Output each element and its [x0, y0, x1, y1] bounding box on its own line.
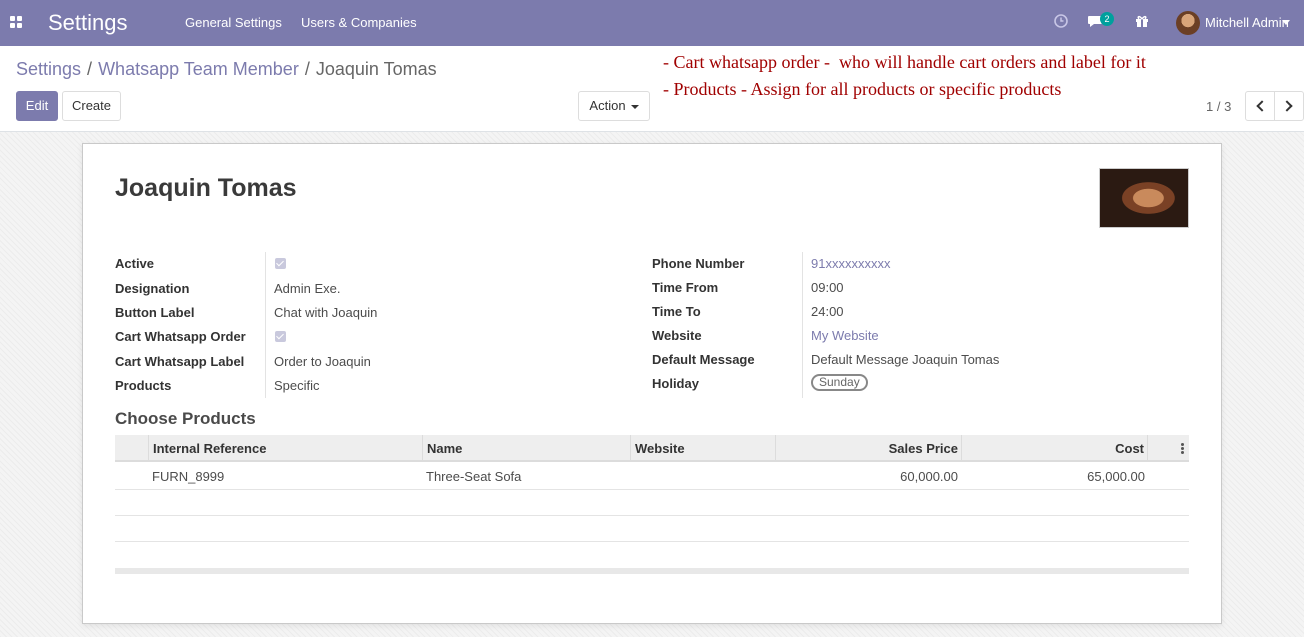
field-divider — [265, 252, 266, 398]
value-phone-number[interactable]: 91xxxxxxxxxx — [811, 256, 890, 271]
column-name[interactable]: Name — [422, 435, 631, 462]
section-title: Choose Products — [115, 409, 256, 428]
cell-sales-price[interactable]: 60,000.00 — [779, 469, 958, 484]
chevron-right-icon — [1281, 100, 1293, 112]
chevron-down-icon[interactable] — [1282, 20, 1290, 25]
breadcrumb-separator: / — [87, 59, 93, 79]
activity-clock-icon[interactable] — [1054, 14, 1068, 28]
column-sales-price[interactable]: Sales Price — [775, 435, 962, 462]
label-website: Website — [652, 328, 702, 343]
table-header: Internal Reference Name Website Sales Pr… — [115, 435, 1189, 462]
row-divider — [115, 541, 1189, 542]
table-footer — [115, 568, 1189, 574]
column-website[interactable]: Website — [630, 435, 776, 462]
label-designation: Designation — [115, 281, 190, 296]
value-cart-whatsapp-label: Order to Joaquin — [274, 354, 371, 369]
cell-cost[interactable]: 65,000.00 — [965, 469, 1145, 484]
pager-value[interactable]: 1 / 3 — [1206, 99, 1231, 114]
caret-down-icon — [630, 104, 639, 109]
menu-users-companies[interactable]: Users & Companies — [301, 15, 417, 30]
row-divider — [115, 489, 1189, 490]
active-checkbox[interactable] — [275, 258, 286, 269]
value-default-message: Default Message Joaquin Tomas — [811, 352, 1000, 367]
gift-icon[interactable] — [1135, 14, 1149, 28]
breadcrumb: Settings / Whatsapp Team Member / Joaquin To… — [16, 59, 437, 80]
cart-whatsapp-order-checkbox[interactable] — [275, 331, 286, 342]
label-button-label: Button Label — [115, 305, 195, 320]
pager-previous-button[interactable] — [1245, 91, 1275, 121]
holiday-tag: Sunday — [811, 374, 868, 391]
label-cart-whatsapp-order: Cart Whatsapp Order — [115, 329, 246, 344]
value-time-from: 09:00 — [811, 280, 844, 295]
menu-general-settings[interactable]: General Settings — [185, 15, 282, 30]
column-internal-reference[interactable]: Internal Reference — [148, 435, 423, 462]
member-photo[interactable] — [1099, 168, 1189, 228]
chat-count-badge: 2 — [1100, 12, 1114, 26]
apps-menu-icon[interactable] — [10, 16, 22, 28]
cell-internal-reference[interactable]: FURN_8999 — [152, 469, 224, 484]
label-active: Active — [115, 256, 155, 271]
breadcrumb-whatsapp-team-member[interactable]: Whatsapp Team Member — [98, 59, 299, 79]
value-designation: Admin Exe. — [274, 281, 341, 296]
action-dropdown[interactable]: Action — [578, 91, 650, 121]
label-holiday: Holiday — [652, 376, 699, 391]
label-time-to: Time To — [652, 304, 701, 319]
user-avatar[interactable] — [1176, 11, 1200, 35]
breadcrumb-settings[interactable]: Settings — [16, 59, 81, 79]
label-time-from: Time From — [652, 280, 719, 295]
breadcrumb-separator: / — [304, 59, 310, 79]
breadcrumb-current: Joaquin Tomas — [315, 59, 437, 79]
annotation-cart-whatsapp: - Cart whatsapp order - who will handle … — [663, 52, 1146, 72]
optional-columns-icon[interactable] — [1181, 443, 1184, 455]
label-cart-whatsapp-label: Cart Whatsapp Label — [115, 354, 245, 369]
top-navbar: Settings General Settings Users & Compan… — [0, 0, 1304, 46]
field-divider — [802, 252, 803, 398]
value-time-to: 24:00 — [811, 304, 844, 319]
value-button-label: Chat with Joaquin — [274, 305, 378, 320]
annotation-products: - Products - Assign for all products or … — [663, 79, 1062, 99]
label-phone-number: Phone Number — [652, 256, 745, 271]
cell-name[interactable]: Three-Seat Sofa — [426, 469, 521, 484]
pager-next-button[interactable] — [1274, 91, 1304, 121]
row-divider — [115, 515, 1189, 516]
app-brand[interactable]: Settings — [48, 10, 128, 36]
value-products: Specific — [274, 378, 320, 393]
value-website[interactable]: My Website — [811, 328, 879, 343]
create-button[interactable]: Create — [62, 91, 121, 121]
record-title: Joaquin Tomas — [115, 174, 297, 202]
user-name[interactable]: Mitchell Admin — [1205, 15, 1289, 30]
chevron-left-icon — [1256, 100, 1268, 112]
label-products: Products — [115, 378, 172, 393]
action-label: Action — [589, 98, 626, 113]
edit-button[interactable]: Edit — [16, 91, 58, 121]
column-cost[interactable]: Cost — [961, 435, 1148, 462]
label-default-message: Default Message — [652, 352, 755, 367]
